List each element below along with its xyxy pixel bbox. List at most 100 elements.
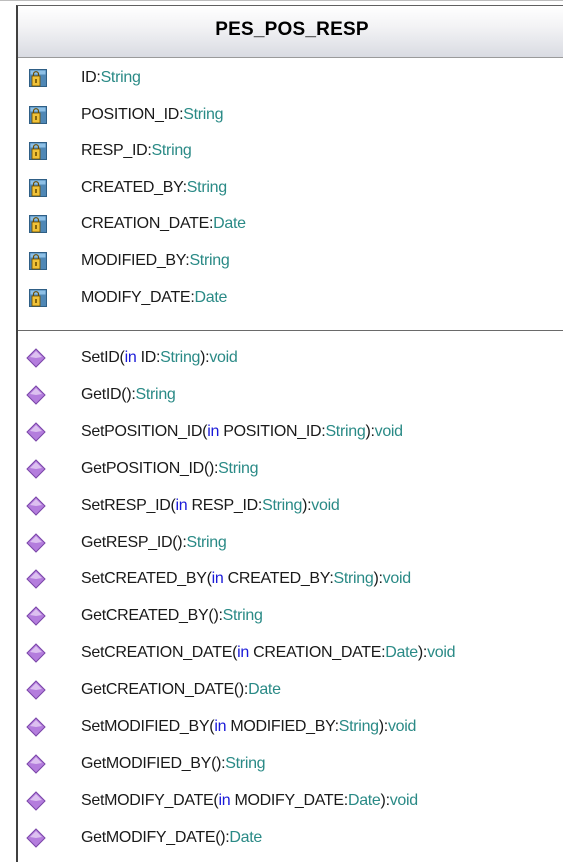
attribute-type: String (189, 252, 230, 269)
return-type: String (135, 385, 176, 403)
public-operation-icon (26, 680, 46, 700)
operation-name: SetCREATED_BY (81, 570, 207, 588)
attribute-label: RESP_ID:String (81, 141, 192, 161)
operation-label: GetRESP_ID():String (81, 533, 227, 553)
compartment-divider (18, 330, 563, 331)
public-operation-icon (26, 754, 46, 774)
param-type: String (333, 570, 374, 588)
attribute-name: MODIFY_DATE (81, 288, 191, 306)
operation-name: SetID (81, 349, 120, 366)
public-operation-icon (26, 348, 46, 368)
public-operation-icon (26, 532, 46, 553)
operation-name: GetRESP_ID (81, 533, 173, 551)
attribute-type: String (100, 69, 141, 86)
param-name: ID (140, 349, 157, 366)
param-name: MODIFIED_BY (230, 718, 335, 735)
operation-label: GetMODIFIED_BY():String (81, 754, 266, 774)
class-header: PES_POS_RESP (18, 6, 563, 58)
attribute-type: Date (213, 215, 246, 233)
operation-label: SetPOSITION_ID(in POSITION_ID:String):vo… (81, 422, 403, 442)
param-type: String (325, 422, 366, 440)
operation-label: SetCREATION_DATE(in CREATION_DATE:Date):… (81, 643, 456, 663)
param-direction: in (218, 791, 231, 809)
public-operation-icon (26, 569, 46, 590)
operation-name: SetCREATION_DATE (81, 644, 233, 662)
return-type: void (382, 570, 411, 588)
attribute-name: ID (81, 69, 97, 86)
return-type: String (218, 459, 259, 477)
operation-label: SetMODIFIED_BY(in MODIFIED_BY:String):vo… (81, 717, 416, 737)
attribute-label: CREATION_DATE:Date (81, 214, 246, 234)
param-direction: in (211, 570, 224, 588)
operation-label: GetCREATED_BY():String (81, 606, 263, 626)
return-type: void (427, 644, 456, 662)
operation-name: GetCREATION_DATE (81, 681, 234, 699)
public-operation-icon (26, 495, 46, 516)
param-name: MODIFY_DATE (234, 791, 344, 809)
operation-label: SetRESP_ID(in RESP_ID:String):void (81, 496, 340, 516)
attribute-type: String (183, 105, 224, 123)
param-name: POSITION_ID (223, 422, 322, 440)
return-type: void (311, 496, 340, 514)
public-operation-icon (26, 458, 46, 479)
return-type: void (389, 791, 418, 809)
uml-class-box[interactable]: PES_POS_RESP ID:String POSITION_ID:String… (16, 5, 563, 862)
operation-label: SetCREATED_BY(in CREATED_BY:String):void (81, 569, 411, 589)
operation-name: GetPOSITION_ID (81, 459, 204, 477)
attribute-name: CREATION_DATE (81, 215, 209, 233)
operation-label: GetPOSITION_ID():String (81, 459, 258, 479)
attribute-name: CREATED_BY (81, 178, 183, 196)
return-type: void (209, 349, 238, 366)
private-attribute-icon (29, 288, 47, 307)
operation-name: GetMODIFIED_BY (81, 754, 212, 772)
operation-name: SetMODIFIED_BY (81, 718, 210, 735)
return-type: String (222, 607, 263, 625)
param-type: String (160, 349, 201, 366)
private-attribute-icon (29, 69, 47, 87)
param-direction: in (124, 349, 137, 366)
operation-name: GetCREATED_BY (81, 607, 209, 625)
operation-name: SetRESP_ID (81, 496, 171, 514)
public-operation-icon (26, 606, 46, 627)
param-direction: in (175, 496, 188, 514)
param-direction: in (214, 718, 227, 735)
operation-name: GetMODIFY_DATE (81, 828, 216, 846)
operation-label: SetMODIFY_DATE(in MODIFY_DATE:Date):void (81, 791, 418, 811)
public-operation-icon (26, 827, 46, 848)
private-attribute-icon (29, 178, 47, 197)
private-attribute-icon (29, 142, 47, 161)
class-name: PES_POS_RESP (215, 19, 369, 40)
param-type: Date (385, 644, 418, 662)
param-type: String (262, 496, 303, 514)
private-attribute-icon (29, 252, 47, 270)
return-type: Date (248, 681, 281, 699)
param-name: RESP_ID (191, 496, 259, 514)
attribute-label: POSITION_ID:String (81, 105, 224, 125)
operation-name: GetID (81, 385, 122, 403)
operation-name: SetPOSITION_ID (81, 422, 203, 440)
public-operation-icon (26, 385, 46, 405)
operation-label: GetCREATION_DATE():Date (81, 680, 281, 700)
attribute-label: CREATED_BY:String (81, 178, 227, 198)
param-type: String (338, 718, 379, 735)
attribute-type: String (186, 178, 227, 196)
param-type: Date (347, 791, 381, 809)
public-operation-icon (26, 422, 46, 442)
attribute-name: RESP_ID (81, 142, 148, 160)
return-type: String (186, 533, 227, 551)
return-type: String (225, 754, 266, 772)
param-direction: in (207, 422, 220, 440)
param-name: CREATION_DATE (253, 644, 382, 662)
attribute-type: Date (194, 288, 228, 306)
operation-label: SetID(in ID:String):void (81, 348, 238, 368)
attribute-label: ID:String (81, 68, 141, 88)
return-type: void (387, 718, 417, 735)
attribute-name: POSITION_ID (81, 105, 180, 123)
public-operation-icon (26, 791, 46, 811)
param-name: CREATED_BY (227, 570, 330, 588)
top-edge-line (0, 0, 563, 1)
public-operation-icon (26, 717, 46, 737)
attribute-label: MODIFY_DATE:Date (81, 288, 227, 308)
return-type: Date (229, 828, 263, 846)
param-direction: in (237, 644, 249, 662)
